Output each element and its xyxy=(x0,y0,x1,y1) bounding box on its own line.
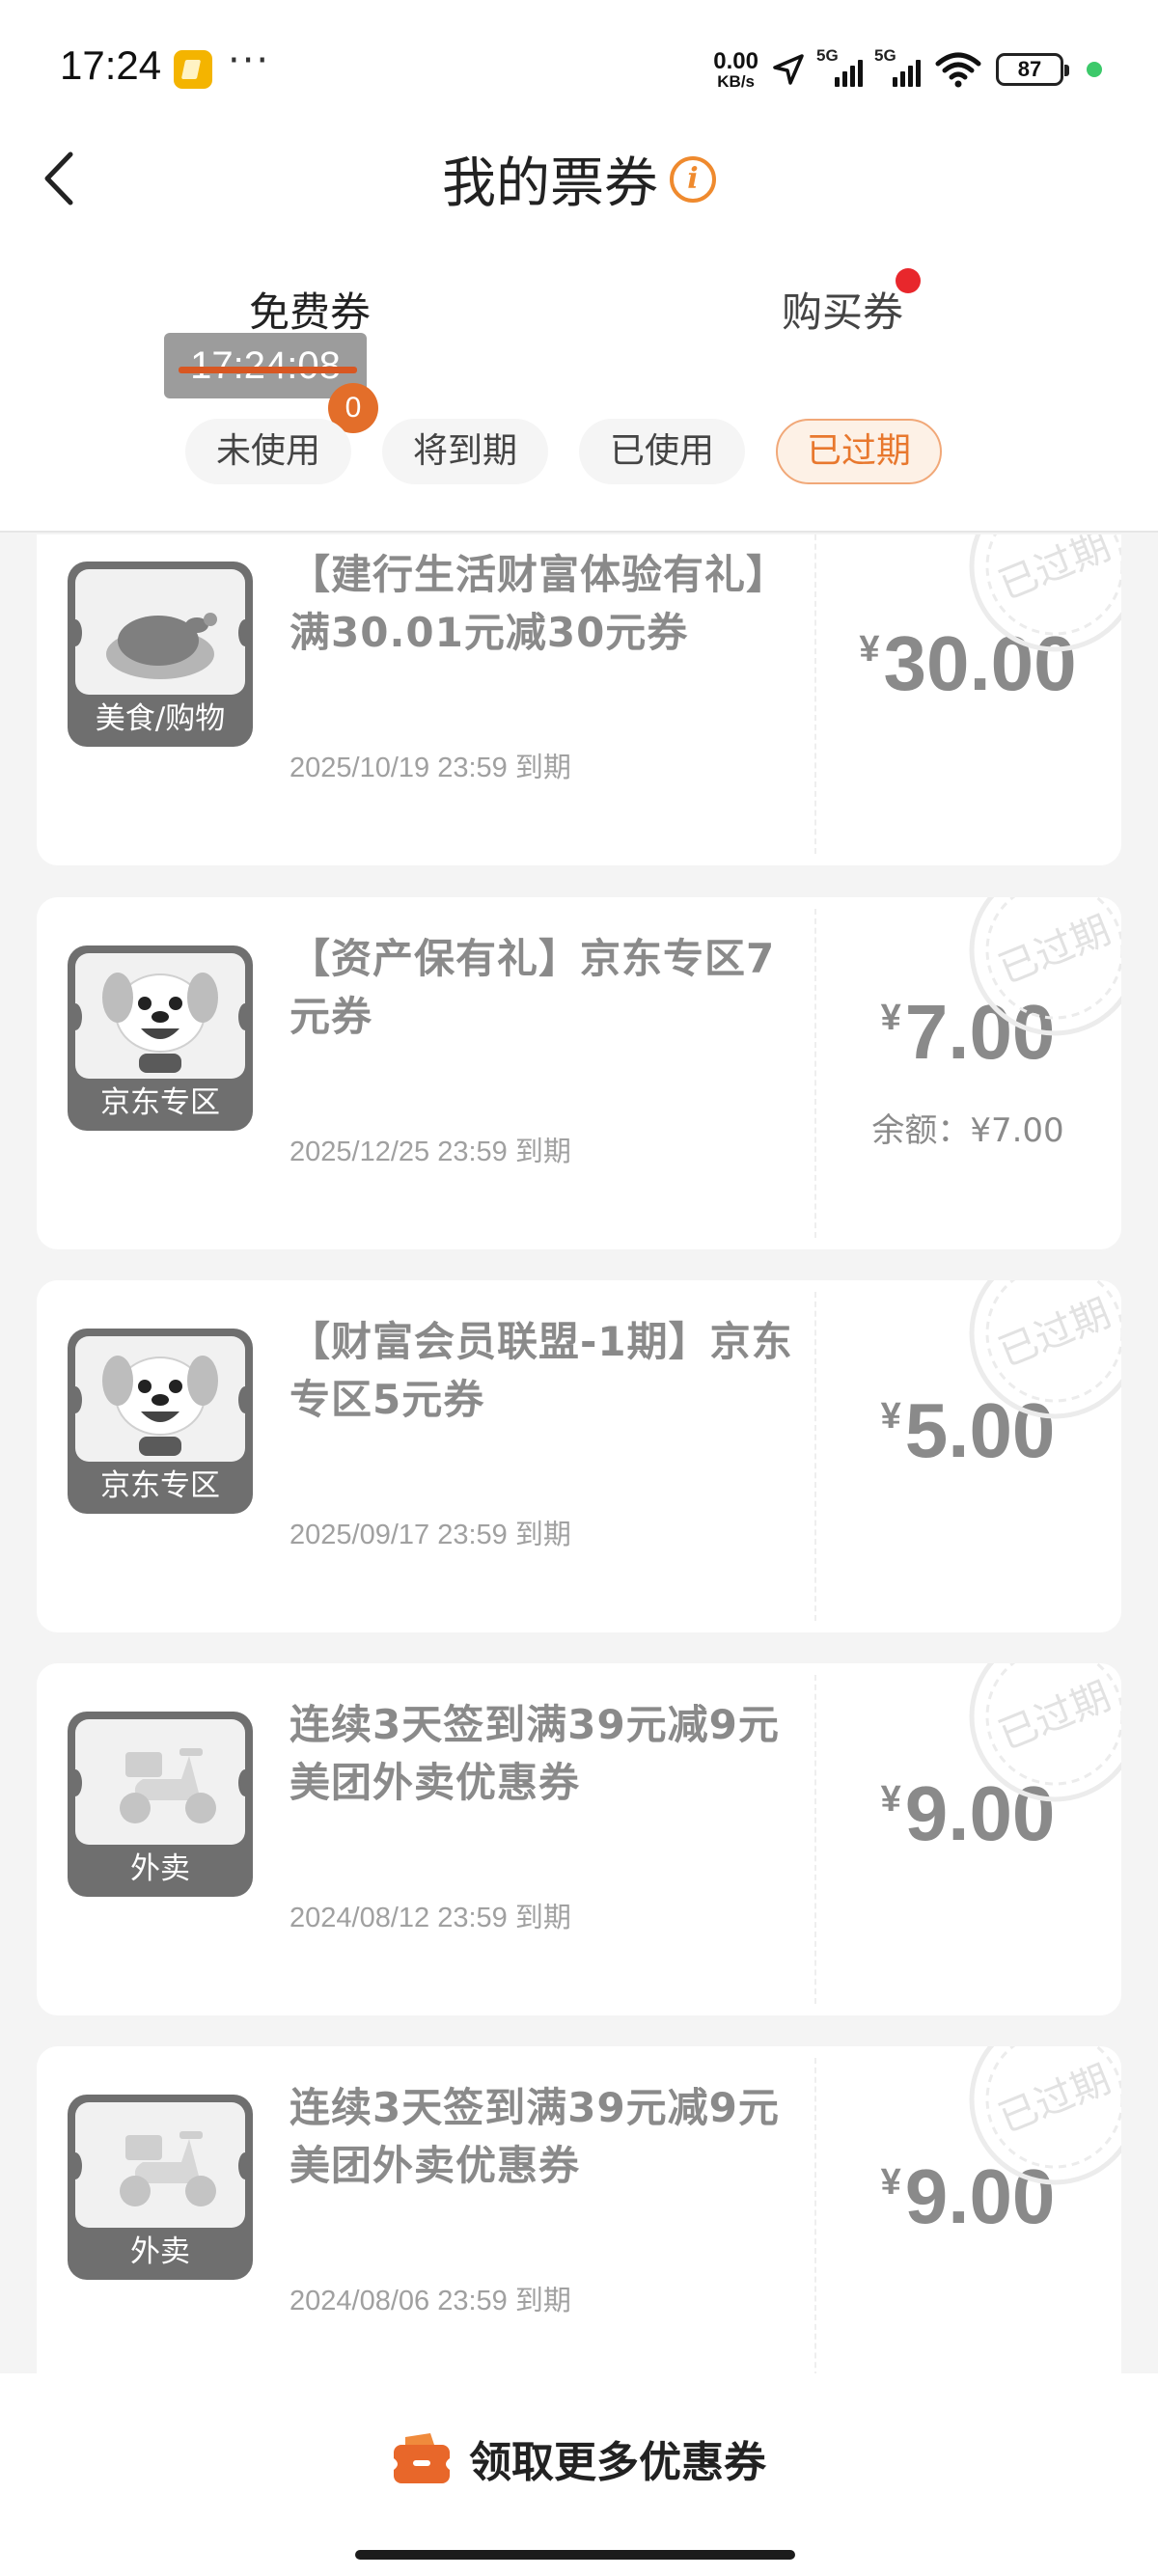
expired-stamp-icon: 已过期 xyxy=(969,534,1121,652)
battery-icon: 87 xyxy=(996,53,1069,86)
status-bar: 17:24 ··· 0.00 KB/s 5G 5G 87 xyxy=(0,0,1158,135)
notes-app-icon xyxy=(174,50,212,89)
coupon-title: 连续3天签到满39元减9元美团外卖优惠券 xyxy=(290,1701,780,1806)
jd-dog-icon xyxy=(102,1356,218,1456)
coupon-title: 【建行生活财富体验有礼】满30.01元减30元券 xyxy=(290,551,788,656)
scooter-icon xyxy=(120,2131,216,2206)
coupon-bag-icon xyxy=(394,2433,450,2483)
sim2-label: 5G xyxy=(874,46,896,65)
home-indicator[interactable] xyxy=(355,2550,795,2560)
active-tab-underline xyxy=(179,367,357,373)
coupon-card[interactable]: 京东专区 【资产保有礼】京东专区7元券 2025/12/25 23:59 到期 … xyxy=(37,897,1121,1249)
status-indicators: 0.00 KB/s 5G 5G 87 xyxy=(713,44,1102,95)
coupon-category: 外卖 xyxy=(130,1851,190,1886)
filter-expired[interactable]: 已过期 xyxy=(776,419,942,484)
currency-symbol: ¥ xyxy=(880,998,901,1038)
coupon-card[interactable]: 外卖 连续3天签到满39元减9元美团外卖优惠券 2024/08/12 23:59… xyxy=(37,1663,1121,2015)
get-more-coupons-button[interactable]: 领取更多优惠券 xyxy=(0,2420,1158,2497)
coupon-expiry: 2025/10/19 23:59 到期 xyxy=(290,753,571,783)
coupon-category: 外卖 xyxy=(130,2234,190,2269)
stamp-text: 已过期 xyxy=(993,2057,1117,2142)
signal-sim1-icon: 5G xyxy=(816,46,863,87)
expired-stamp-icon: 已过期 xyxy=(969,1280,1121,1419)
filter-expiring[interactable]: 将到期 xyxy=(382,419,548,484)
filter-used[interactable]: 已使用 xyxy=(579,419,745,484)
more-notifications-icon: ··· xyxy=(228,39,271,83)
jd-dog-icon xyxy=(102,973,218,1073)
coupon-expiry: 2025/09/17 23:59 到期 xyxy=(290,1520,571,1550)
tab-purchased-coupons[interactable]: 购买券 xyxy=(782,280,903,339)
sim1-label: 5G xyxy=(816,46,839,65)
page-title-text: 我的票券 xyxy=(442,152,658,215)
stamp-text: 已过期 xyxy=(993,908,1117,993)
battery-level: 87 xyxy=(1017,57,1042,81)
chicken-icon xyxy=(106,613,217,679)
coupon-list[interactable]: 美食/购物 【建行生活财富体验有礼】满30.01元减30元券 2025/10/1… xyxy=(0,534,1158,2373)
bottom-bar: 领取更多优惠券 xyxy=(0,2373,1158,2576)
coupon-expiry: 2024/08/06 23:59 到期 xyxy=(290,2286,571,2316)
network-speed: 0.00 KB/s xyxy=(713,47,758,91)
stamp-text: 已过期 xyxy=(993,534,1117,609)
coupon-balance: 余额：¥7.00 xyxy=(871,1111,1064,1150)
coupon-category: 美食/购物 xyxy=(95,701,226,736)
coupon-expiry: 2025/12/25 23:59 到期 xyxy=(290,1137,571,1167)
status-time: 17:24 xyxy=(60,42,162,88)
coupon-expiry: 2024/08/12 23:59 到期 xyxy=(290,1903,571,1933)
stamp-text: 已过期 xyxy=(993,1674,1117,1759)
currency-symbol: ¥ xyxy=(880,1779,901,1820)
page-title: 我的票券 i xyxy=(0,140,1158,218)
coupon-thumbnail: 外卖 xyxy=(68,1712,253,1897)
currency-symbol: ¥ xyxy=(880,2162,901,2203)
scooter-icon xyxy=(120,1748,216,1823)
filter-unused[interactable]: 未使用 xyxy=(185,419,351,484)
get-more-coupons-label: 领取更多优惠券 xyxy=(469,2438,766,2487)
coupon-card[interactable]: 美食/购物 【建行生活财富体验有礼】满30.01元减30元券 2025/10/1… xyxy=(37,534,1121,865)
expired-stamp-icon: 已过期 xyxy=(969,2046,1121,2185)
new-indicator-dot xyxy=(896,268,921,293)
currency-symbol: ¥ xyxy=(880,1396,901,1437)
coupon-thumbnail: 京东专区 xyxy=(68,945,253,1131)
network-speed-value: 0.00 xyxy=(713,47,758,74)
coupon-thumbnail: 外卖 xyxy=(68,2095,253,2280)
wifi-icon xyxy=(935,52,981,88)
header-area: 17:24 ··· 0.00 KB/s 5G 5G 87 我的票券 i 免费券 … xyxy=(0,0,1158,533)
privacy-indicator-dot xyxy=(1087,62,1102,77)
info-icon[interactable]: i xyxy=(670,155,716,203)
coupon-category: 京东专区 xyxy=(100,1468,220,1503)
stamp-text: 已过期 xyxy=(993,1291,1117,1376)
coupon-title: 连续3天签到满39元减9元美团外卖优惠券 xyxy=(290,2084,780,2189)
coupon-title: 【财富会员联盟-1期】京东专区5元券 xyxy=(290,1318,793,1423)
coupon-card[interactable]: 京东专区 【财富会员联盟-1期】京东专区5元券 2025/09/17 23:59… xyxy=(37,1280,1121,1632)
coupon-title: 【资产保有礼】京东专区7元券 xyxy=(290,935,776,1040)
location-arrow-icon xyxy=(773,54,804,85)
signal-sim2-icon: 5G xyxy=(874,46,921,87)
coupon-thumbnail: 京东专区 xyxy=(68,1329,253,1514)
expired-stamp-icon: 已过期 xyxy=(969,897,1121,1036)
network-speed-unit: KB/s xyxy=(717,71,755,91)
currency-symbol: ¥ xyxy=(859,629,880,670)
tab-free-coupons[interactable]: 免费券 xyxy=(249,280,371,339)
coupon-card[interactable]: 外卖 连续3天签到满39元减9元美团外卖优惠券 2024/08/06 23:59… xyxy=(37,2046,1121,2373)
coupon-category: 京东专区 xyxy=(100,1085,220,1120)
coupon-thumbnail: 美食/购物 xyxy=(68,562,253,747)
expired-stamp-icon: 已过期 xyxy=(969,1663,1121,1802)
